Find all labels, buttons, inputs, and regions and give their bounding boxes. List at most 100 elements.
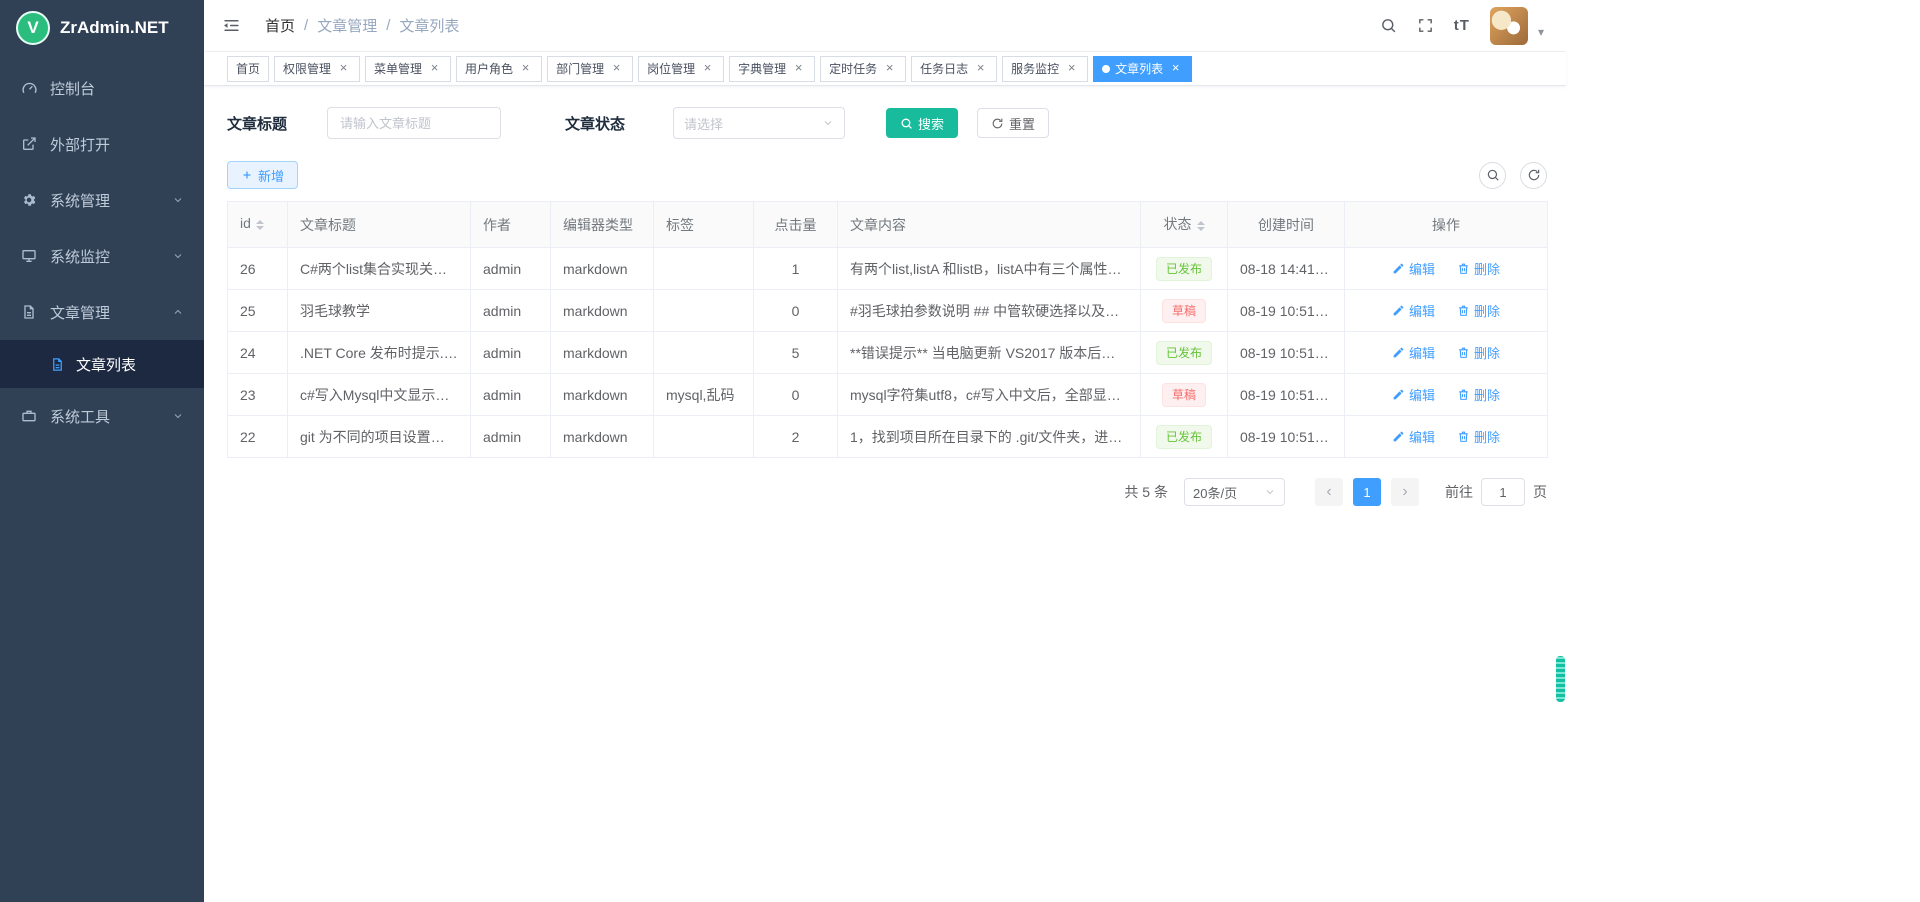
add-button[interactable]: 新增 [227, 161, 298, 189]
goto-page-input[interactable] [1481, 478, 1525, 506]
tab[interactable]: 岗位管理 × [638, 56, 724, 82]
page-number-button[interactable]: 1 [1353, 478, 1381, 506]
avatar[interactable] [1490, 7, 1528, 45]
tab[interactable]: 文章列表 × [1093, 56, 1192, 82]
table-column-header[interactable]: 操作 [1345, 202, 1548, 248]
caret-down-icon[interactable]: ▾ [1538, 25, 1544, 39]
delete-link-label: 删除 [1474, 427, 1500, 446]
tab-close-icon[interactable]: × [1064, 61, 1079, 76]
edit-link[interactable]: 编辑 [1392, 259, 1435, 278]
column-label: 点击量 [775, 217, 817, 233]
tab[interactable]: 字典管理 × [729, 56, 815, 82]
table-row: 23 c#写入Mysql中文显示乱码 ... admin markdown my… [228, 374, 1548, 416]
tab-label: 部门管理 [556, 60, 604, 77]
breadcrumb-item-article-management[interactable]: 文章管理 [317, 15, 377, 36]
table-column-header[interactable]: 文章标题 [288, 202, 471, 248]
search-icon[interactable] [1380, 17, 1397, 34]
sidebar-item-external-open[interactable]: 外部打开 [0, 116, 204, 172]
breadcrumb-item-article-list: 文章列表 [399, 15, 459, 36]
tab[interactable]: 菜单管理 × [365, 56, 451, 82]
pagination: 共 5 条 20条/页 ‹ 1 › 前往 页 [227, 478, 1547, 506]
delete-link[interactable]: 删除 [1457, 301, 1500, 320]
tab[interactable]: 用户角色 × [456, 56, 542, 82]
table-column-header[interactable]: 状态 [1141, 202, 1228, 248]
tab-close-icon[interactable]: × [518, 61, 533, 76]
tab-label: 用户角色 [465, 60, 513, 77]
prev-page-button[interactable]: ‹ [1315, 478, 1343, 506]
trash-icon [1457, 346, 1470, 359]
edit-link[interactable]: 编辑 [1392, 385, 1435, 404]
edit-link-label: 编辑 [1409, 385, 1435, 404]
chevron-left-icon: ‹ [1326, 483, 1331, 501]
sort-carets-icon[interactable] [256, 216, 264, 234]
tab-close-icon[interactable]: × [791, 61, 806, 76]
sidebar-item-label: 系统监控 [50, 246, 110, 267]
sidebar-item-label: 文章列表 [76, 354, 136, 375]
table-column-header[interactable]: 标签 [654, 202, 754, 248]
tab[interactable]: 任务日志 × [911, 56, 997, 82]
cell-created-at: 08-19 10:51:29 [1228, 290, 1345, 332]
sidebar-item-system-management[interactable]: 系统管理 [0, 172, 204, 228]
edit-link-label: 编辑 [1409, 427, 1435, 446]
tab[interactable]: 权限管理 × [274, 56, 360, 82]
tab-label: 文章列表 [1115, 60, 1163, 77]
add-button-label: 新增 [258, 166, 284, 185]
delete-link[interactable]: 删除 [1457, 259, 1500, 278]
fullscreen-icon[interactable] [1417, 17, 1434, 34]
tab[interactable]: 服务监控 × [1002, 56, 1088, 82]
trash-icon [1457, 388, 1470, 401]
breadcrumb-item-home[interactable]: 首页 [265, 15, 295, 36]
table-column-header[interactable]: 作者 [471, 202, 551, 248]
table-column-header[interactable]: 编辑器类型 [551, 202, 654, 248]
sidebar-item-dashboard[interactable]: 控制台 [0, 60, 204, 116]
cell-id: 25 [228, 290, 288, 332]
sidebar-menu: 控制台 外部打开 系统管理 系 [0, 60, 204, 444]
tab-active-dot [1102, 65, 1110, 73]
sidebar-item-article-management[interactable]: 文章管理 [0, 284, 204, 340]
app-logo[interactable]: V ZrAdmin.NET [0, 0, 204, 56]
tab-close-icon[interactable]: × [609, 61, 624, 76]
font-size-icon[interactable]: tT [1454, 17, 1470, 34]
search-button[interactable]: 搜索 [886, 108, 958, 138]
trash-icon [1457, 430, 1470, 443]
tab-close-icon[interactable]: × [427, 61, 442, 76]
reset-button[interactable]: 重置 [977, 108, 1049, 138]
delete-link[interactable]: 删除 [1457, 427, 1500, 446]
edit-link[interactable]: 编辑 [1392, 301, 1435, 320]
cell-id: 22 [228, 416, 288, 458]
table-column-header[interactable]: 点击量 [754, 202, 838, 248]
cell-tags [654, 248, 754, 290]
scrollbar-thumb[interactable] [1556, 656, 1565, 702]
sidebar-item-system-tools[interactable]: 系统工具 [0, 388, 204, 444]
delete-link[interactable]: 删除 [1457, 343, 1500, 362]
sidebar-item-system-monitor[interactable]: 系统监控 [0, 228, 204, 284]
sidebar-item-article-list[interactable]: 文章列表 [0, 340, 204, 388]
tab-close-icon[interactable]: × [700, 61, 715, 76]
article-title-input[interactable] [327, 107, 501, 139]
table-column-header[interactable]: id [228, 202, 288, 248]
edit-link[interactable]: 编辑 [1392, 427, 1435, 446]
table-column-header[interactable]: 文章内容 [838, 202, 1141, 248]
tab[interactable]: 首页 [227, 56, 269, 82]
article-status-select[interactable]: 请选择 [673, 107, 845, 139]
delete-link[interactable]: 删除 [1457, 385, 1500, 404]
document-icon [48, 357, 66, 372]
table-column-header[interactable]: 创建时间 [1228, 202, 1345, 248]
tab-close-icon[interactable]: × [973, 61, 988, 76]
sidebar-toggle-icon[interactable] [222, 16, 241, 35]
refresh-icon[interactable] [1520, 162, 1547, 189]
main-area: 首页 / 文章管理 / 文章列表 tT ▾ 首页 权限 [204, 0, 1566, 902]
next-page-button[interactable]: › [1391, 478, 1419, 506]
filter-form: 文章标题 文章状态 请选择 搜索 重置 [227, 107, 1547, 139]
tab[interactable]: 定时任务 × [820, 56, 906, 82]
tab-close-icon[interactable]: × [336, 61, 351, 76]
toggle-search-icon[interactable] [1479, 162, 1506, 189]
sort-carets-icon[interactable] [1197, 217, 1205, 235]
delete-link-label: 删除 [1474, 301, 1500, 320]
tab[interactable]: 部门管理 × [547, 56, 633, 82]
tab-close-icon[interactable]: × [1168, 61, 1183, 76]
page-size-select[interactable]: 20条/页 [1184, 478, 1285, 506]
tab-close-icon[interactable]: × [882, 61, 897, 76]
sidebar-item-label: 系统工具 [50, 406, 110, 427]
edit-link[interactable]: 编辑 [1392, 343, 1435, 362]
